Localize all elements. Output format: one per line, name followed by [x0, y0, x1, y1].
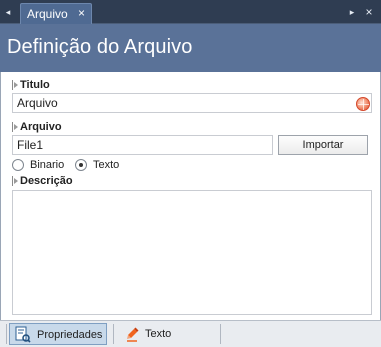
- descricao-label: Descrição: [20, 175, 73, 187]
- tab-propriedades[interactable]: Propriedades: [9, 323, 107, 345]
- page-title: Definição do Arquivo: [7, 36, 193, 58]
- bottom-tab-bar: Propriedades Texto: [0, 320, 381, 347]
- radio-texto-label[interactable]: Texto: [93, 159, 119, 171]
- text-pencil-icon: [127, 327, 139, 342]
- radio-binario-label[interactable]: Binario: [30, 159, 64, 171]
- document-tab-strip: ◂ Arquivo × ▸ ×: [0, 0, 381, 24]
- radio-binario[interactable]: [12, 159, 24, 171]
- globe-icon[interactable]: [356, 97, 370, 111]
- titulo-value: Arquivo: [17, 96, 58, 110]
- arquivo-input[interactable]: File1: [12, 135, 273, 155]
- scroll-right-arrow-icon[interactable]: ▸: [347, 6, 357, 18]
- tab-close-icon[interactable]: ×: [78, 6, 85, 20]
- arquivo-label: Arquivo: [20, 121, 62, 133]
- titulo-label: Titulo: [20, 79, 50, 91]
- import-button[interactable]: Importar: [278, 135, 368, 155]
- tab-propriedades-label: Propriedades: [37, 329, 103, 341]
- tab-arquivo[interactable]: Arquivo ×: [20, 3, 92, 24]
- titulo-input[interactable]: Arquivo: [12, 93, 372, 113]
- tab-arquivo-label: Arquivo: [27, 7, 68, 21]
- field-grip-icon: [12, 176, 18, 186]
- field-grip-icon: [12, 80, 18, 90]
- tab-texto[interactable]: Texto: [118, 323, 218, 345]
- tab-divider: [220, 324, 221, 344]
- radio-texto[interactable]: [75, 159, 87, 171]
- tab-divider: [6, 324, 7, 344]
- tab-texto-label: Texto: [145, 328, 172, 340]
- page-header: Definição do Arquivo: [0, 24, 381, 72]
- descricao-textarea[interactable]: [12, 190, 372, 315]
- arquivo-value: File1: [17, 138, 44, 152]
- properties-icon: [15, 326, 31, 343]
- scroll-left-arrow-icon[interactable]: ◂: [3, 6, 13, 18]
- close-window-icon[interactable]: ×: [363, 5, 375, 19]
- tab-divider: [113, 324, 114, 344]
- field-grip-icon: [12, 122, 18, 132]
- file-definition-form: Titulo Arquivo Arquivo File1 Importar Bi…: [0, 72, 381, 320]
